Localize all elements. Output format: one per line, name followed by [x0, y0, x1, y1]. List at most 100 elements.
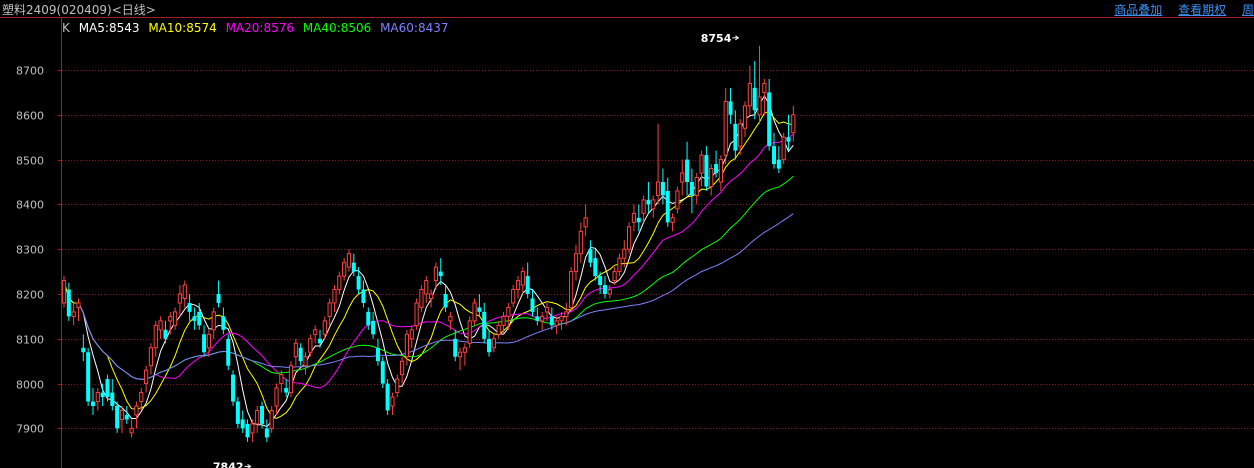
candle-body [390, 396, 395, 407]
candle-body [172, 311, 178, 326]
candle-body [646, 199, 651, 205]
high-price-label: 8754 [701, 32, 732, 45]
candle-body [670, 217, 675, 223]
candle-body [119, 409, 125, 420]
candle-body [211, 311, 216, 331]
candle-body [105, 379, 110, 398]
candle-body [298, 347, 303, 362]
y-tick-label: 8500 [16, 155, 44, 168]
candle-body [419, 289, 424, 308]
y-tick-label: 8200 [16, 289, 44, 302]
candle-body [404, 333, 410, 358]
candle-body [573, 253, 579, 273]
candle-body [124, 414, 129, 420]
candle-body [641, 199, 646, 214]
candle-body [598, 276, 603, 286]
candle-body [231, 374, 236, 402]
candle-body [216, 294, 221, 303]
candle-body [255, 409, 260, 425]
candle-body [414, 302, 419, 326]
candle-body [81, 347, 86, 353]
candle-body [776, 159, 781, 169]
candle-body [477, 307, 482, 312]
candle-body [346, 253, 352, 268]
candle-body [457, 351, 463, 358]
candle-body [308, 338, 313, 353]
candle-body [221, 316, 226, 330]
candle-body [424, 280, 429, 295]
candle-body [525, 276, 530, 294]
candle-body [115, 406, 120, 429]
candle-body [617, 257, 622, 273]
candle-body [540, 315, 545, 322]
candle-body [462, 347, 467, 353]
candle-body [288, 365, 294, 394]
candle-body [655, 181, 661, 196]
candle-body [187, 302, 192, 312]
candle-body [694, 177, 699, 196]
candle-body [738, 123, 743, 147]
candle-body [279, 374, 284, 385]
candle-body [332, 289, 337, 304]
candle-body [371, 320, 376, 335]
candle-body [699, 154, 704, 174]
candle-body [313, 329, 318, 335]
candle-body [90, 401, 95, 406]
candle-body [409, 329, 414, 340]
candle-body [303, 356, 308, 367]
candle-body [202, 334, 207, 353]
candle-body [66, 289, 71, 317]
candle-body [380, 361, 385, 384]
candle-body [583, 217, 588, 228]
candle-body [168, 315, 173, 322]
candle-body [250, 423, 255, 434]
candle-body [342, 262, 347, 277]
y-tick-label: 8000 [16, 379, 44, 392]
candle-body [689, 182, 694, 196]
candle-body [511, 289, 516, 304]
candle-body [651, 199, 656, 210]
candle-body [148, 347, 154, 367]
candle-body [530, 298, 535, 312]
low-price-label: 7842 [213, 460, 244, 468]
candle-body [235, 401, 240, 424]
candle-body [559, 315, 564, 322]
y-tick-label: 8700 [16, 65, 44, 78]
candle-body [602, 285, 607, 294]
candle-body [71, 311, 76, 317]
candlestick-chart[interactable]: 7900 8000 8100 8200 8300 8400 8500 8600 8700 8754… [0, 0, 1254, 468]
candle-body [356, 276, 361, 290]
candle-body [293, 342, 298, 358]
candle-body [685, 159, 690, 182]
candle-body [482, 311, 487, 339]
candle-body [535, 316, 540, 321]
candle-body [772, 146, 777, 165]
candle-body [453, 338, 458, 357]
candle-body [520, 271, 525, 286]
candle-body [472, 302, 477, 322]
candle-body [206, 333, 212, 349]
ma-line-ma5 [63, 95, 794, 428]
candle-body [636, 217, 641, 223]
candle-body [631, 212, 637, 223]
candle-body [767, 92, 772, 147]
candle-body [506, 306, 511, 317]
candle-body [226, 338, 231, 366]
candle-body [448, 315, 453, 322]
candle-body [515, 280, 521, 291]
candle-body [274, 387, 279, 407]
candle-body [549, 316, 554, 326]
candle-body [757, 96, 762, 116]
candle-body [747, 82, 752, 107]
candle-body [554, 320, 559, 326]
candle-body [428, 293, 434, 299]
candle-body [675, 190, 680, 210]
candle-body [134, 405, 139, 416]
candle-body [86, 352, 91, 402]
candle-body [95, 392, 100, 403]
candle-body [366, 311, 371, 326]
y-tick-label: 8600 [16, 110, 44, 123]
candle-body [158, 320, 163, 331]
candle-body [781, 136, 786, 161]
candle-body [544, 306, 550, 313]
